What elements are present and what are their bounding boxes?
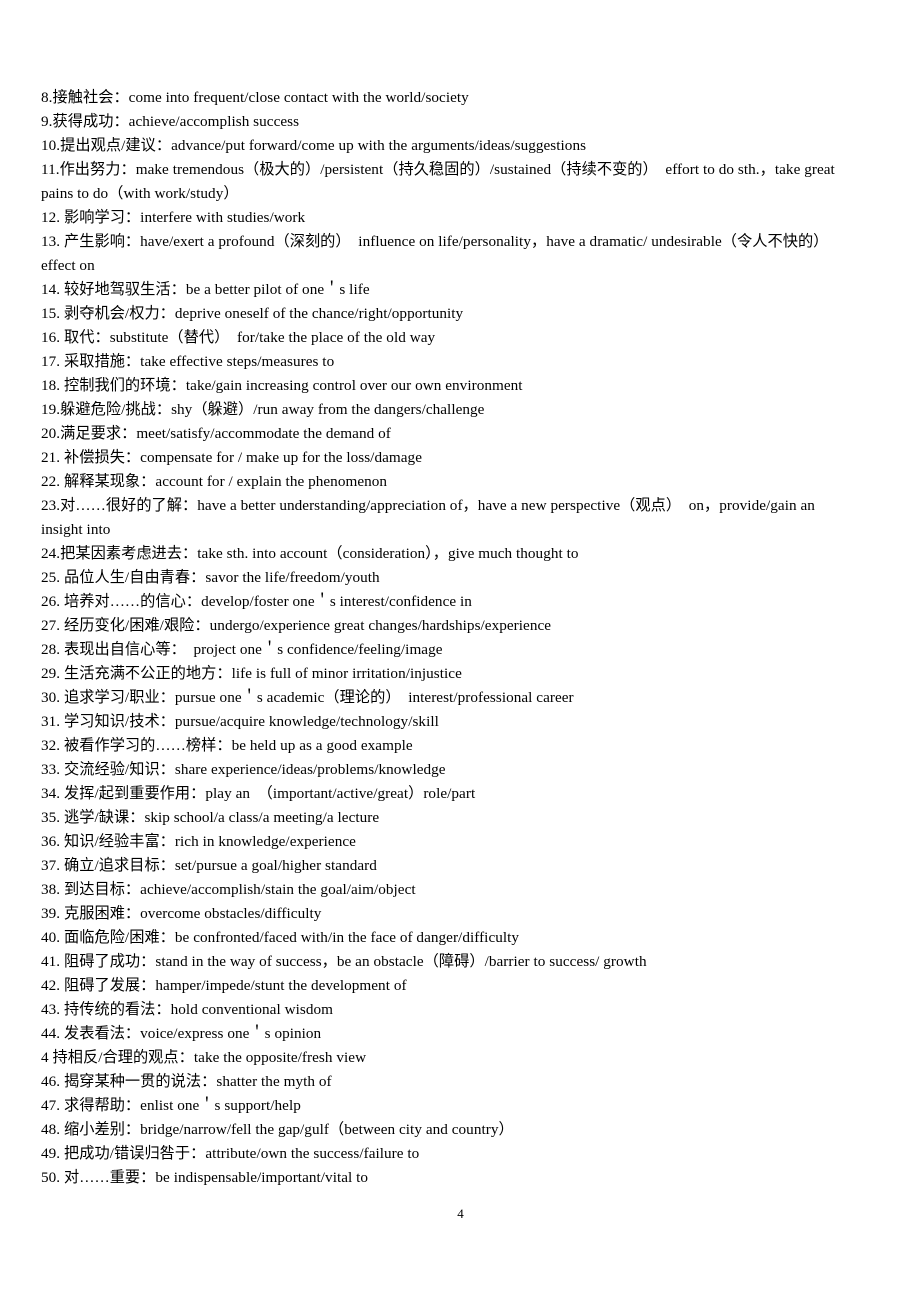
text-line: 10.提出观点/建议：advance/put forward/come up w… <box>41 137 587 154</box>
text-line: 50. 对……重要：be indispensable/important/vit… <box>41 1169 369 1186</box>
text-line: effect on <box>41 257 95 274</box>
text-line: 21. 补偿损失：compensate for / make up for th… <box>41 449 422 466</box>
text-line: 39. 克服困难：overcome obstacles/difficulty <box>41 905 322 922</box>
text-line: 11.作出努力：make tremendous（极大的）/persistent（… <box>41 161 835 178</box>
text-line: 28. 表现出自信心等： project one＇s confidence/fe… <box>41 641 443 658</box>
text-line: 34. 发挥/起到重要作用：play an （important/active/… <box>41 785 476 802</box>
text-line: 24.把某因素考虑进去：take sth. into account（consi… <box>41 545 579 562</box>
text-line: 25. 品位人生/自由青春：savor the life/freedom/you… <box>41 569 380 586</box>
text-line: 14. 较好地驾驭生活：be a better pilot of one＇s l… <box>41 281 370 298</box>
vocabulary-list: 8.接触社会：come into frequent/close contact … <box>41 86 884 1190</box>
text-line: 29. 生活充满不公正的地方：life is full of minor irr… <box>41 665 462 682</box>
text-line: 20.满足要求：meet/satisfy/accommodate the dem… <box>41 425 391 442</box>
text-line: 35. 逃学/缺课：skip school/a class/a meeting/… <box>41 809 380 826</box>
text-line: 43. 持传统的看法：hold conventional wisdom <box>41 1001 333 1018</box>
text-line: 42. 阻碍了发展：hamper/impede/stunt the develo… <box>41 977 407 994</box>
text-line: 37. 确立/追求目标：set/pursue a goal/higher sta… <box>41 857 377 874</box>
text-line: 40. 面临危险/困难：be confronted/faced with/in … <box>41 929 520 946</box>
text-line: 18. 控制我们的环境：take/gain increasing control… <box>41 377 523 394</box>
text-line: 31. 学习知识/技术：pursue/acquire knowledge/tec… <box>41 713 439 730</box>
text-line: 30. 追求学习/职业：pursue one＇s academic（理论的） i… <box>41 689 574 706</box>
text-line: 15. 剥夺机会/权力：deprive oneself of the chanc… <box>41 305 464 322</box>
text-line: 33. 交流经验/知识：share experience/ideas/probl… <box>41 761 446 778</box>
text-line: 41. 阻碍了成功：stand in the way of success，be… <box>41 953 647 970</box>
page-number-value: 4 <box>457 1206 464 1221</box>
text-line: 8.接触社会：come into frequent/close contact … <box>41 89 469 106</box>
text-line: 26. 培养对……的信心：develop/foster one＇s intere… <box>41 593 472 610</box>
text-line: 4 持相反/合理的观点：take the opposite/fresh view <box>41 1049 367 1066</box>
text-line: 44. 发表看法：voice/express one＇s opinion <box>41 1025 322 1042</box>
text-line: 36. 知识/经验丰富：rich in knowledge/experience <box>41 833 356 850</box>
page-number-footer: 4 <box>0 1206 920 1222</box>
text-line: 22. 解释某现象：account for / explain the phen… <box>41 473 388 490</box>
text-line: 19.躲避危险/挑战：shy（躲避）/run away from the dan… <box>41 401 485 418</box>
text-line: 23.对……很好的了解：have a better understanding/… <box>41 497 815 514</box>
text-line: 12. 影响学习：interfere with studies/work <box>41 209 306 226</box>
text-line: 13. 产生影响：have/exert a profound（深刻的） infl… <box>41 233 829 250</box>
text-line: 27. 经历变化/困难/艰险：undergo/experience great … <box>41 617 552 634</box>
text-line: 49. 把成功/错误归咎于：attribute/own the success/… <box>41 1145 420 1162</box>
text-line: 46. 揭穿某种一贯的说法：shatter the myth of <box>41 1073 332 1090</box>
text-line: pains to do（with work/study） <box>41 185 239 202</box>
text-line: 38. 到达目标：achieve/accomplish/stain the go… <box>41 881 416 898</box>
text-line: 9.获得成功：achieve/accomplish success <box>41 113 300 130</box>
text-line: 16. 取代：substitute（替代） for/take the place… <box>41 329 436 346</box>
document-page: 8.接触社会：come into frequent/close contact … <box>0 0 920 1302</box>
text-line: 17. 采取措施：take effective steps/measures t… <box>41 353 335 370</box>
text-line: 48. 缩小差别：bridge/narrow/fell the gap/gulf… <box>41 1121 514 1138</box>
text-line: 32. 被看作学习的……榜样：be held up as a good exam… <box>41 737 413 754</box>
text-line: 47. 求得帮助：enlist one＇s support/help <box>41 1097 301 1114</box>
text-line: insight into <box>41 521 111 538</box>
